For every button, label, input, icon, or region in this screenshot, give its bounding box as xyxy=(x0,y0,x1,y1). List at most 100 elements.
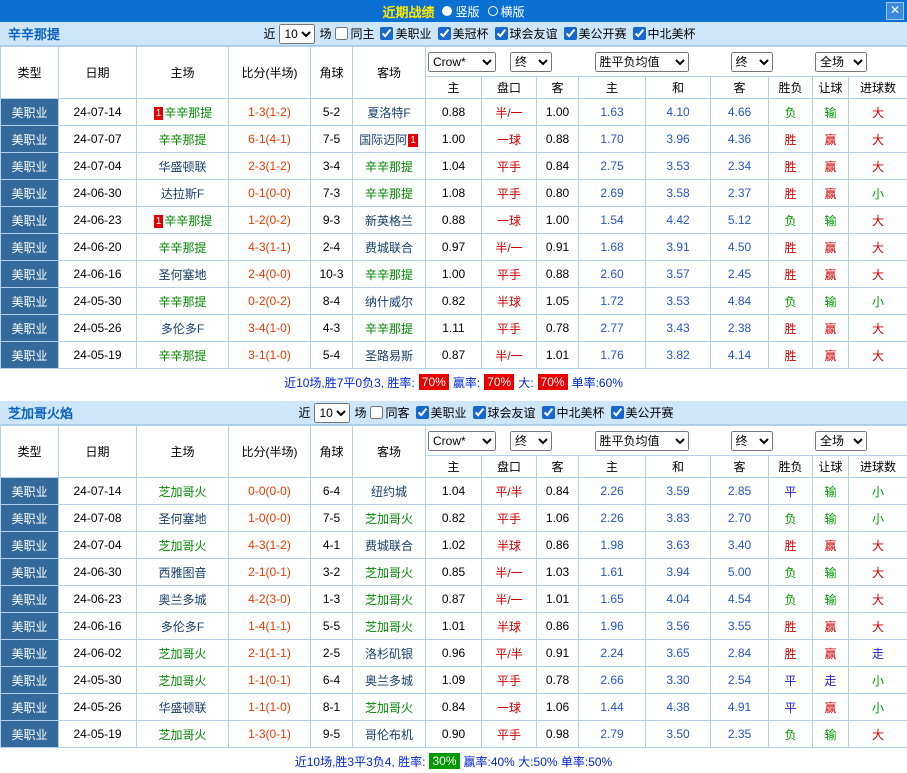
goals-result-cell: 大 xyxy=(849,153,907,180)
league-filter[interactable]: 球会友谊 xyxy=(473,404,536,421)
home-team-cell[interactable]: 多伦多F xyxy=(137,613,229,640)
league-filter-checkbox[interactable] xyxy=(370,406,383,419)
league-filter[interactable]: 中北美杯 xyxy=(542,404,605,421)
league-filter-checkbox[interactable] xyxy=(633,27,646,40)
away-team-cell[interactable]: 纽约城 xyxy=(353,478,426,505)
league-filter[interactable]: 美冠杯 xyxy=(438,25,489,42)
league-filter-checkbox[interactable] xyxy=(473,406,486,419)
league-filter-checkbox[interactable] xyxy=(335,27,348,40)
away-team-cell[interactable]: 芝加哥火 xyxy=(353,613,426,640)
team-name[interactable]: 芝加哥火焰 xyxy=(8,403,73,422)
home-team-cell[interactable]: 辛辛那提 xyxy=(137,126,229,153)
odds-type-select[interactable]: 胜平负均值 xyxy=(595,431,689,451)
away-team-name: 奥兰多城 xyxy=(365,674,413,688)
away-team-cell[interactable]: 新英格兰 xyxy=(353,207,426,234)
home-team-cell[interactable]: 华盛顿联 xyxy=(137,153,229,180)
league-filter-checkbox[interactable] xyxy=(380,27,393,40)
away-team-name: 芝加哥火 xyxy=(365,566,413,580)
away-team-cell[interactable]: 芝加哥火 xyxy=(353,694,426,721)
result-cell: 平 xyxy=(769,694,813,721)
league-filter-checkbox[interactable] xyxy=(438,27,451,40)
league-filter-checkbox[interactable] xyxy=(564,27,577,40)
away-team-cell[interactable]: 洛杉矶银 xyxy=(353,640,426,667)
league-filter[interactable]: 美职业 xyxy=(416,404,467,421)
league-filter[interactable]: 美公开赛 xyxy=(611,404,674,421)
page-title: 近期战绩 xyxy=(382,2,434,21)
league-filter-checkbox[interactable] xyxy=(542,406,555,419)
team-name[interactable]: 辛辛那提 xyxy=(8,24,60,43)
league-filter[interactable]: 同客 xyxy=(370,404,409,421)
home-team-cell[interactable]: 多伦多F xyxy=(137,315,229,342)
home-team-cell[interactable]: 芝加哥火 xyxy=(137,667,229,694)
bookmaker-select[interactable]: Crow* xyxy=(428,52,496,72)
home-team-cell[interactable]: 1辛辛那提 xyxy=(137,207,229,234)
home-team-cell[interactable]: 芝加哥火 xyxy=(137,478,229,505)
away-team-cell[interactable]: 夏洛特F xyxy=(353,99,426,126)
home-team-cell[interactable]: 1辛辛那提 xyxy=(137,99,229,126)
ah-line-cell: 一球 xyxy=(482,694,537,721)
eu-home-odds-cell: 1.63 xyxy=(579,99,646,126)
ah-period-select[interactable]: 终 xyxy=(510,431,552,451)
home-team-cell[interactable]: 华盛顿联 xyxy=(137,694,229,721)
away-team-cell[interactable]: 辛辛那提 xyxy=(353,315,426,342)
away-team-cell[interactable]: 费城联合 xyxy=(353,532,426,559)
layout-radio-horizontal[interactable]: 横版 xyxy=(488,3,525,20)
layout-radio-vertical[interactable]: 竖版 xyxy=(442,3,479,20)
away-team-name: 芝加哥火 xyxy=(365,512,413,526)
home-team-cell[interactable]: 芝加哥火 xyxy=(137,721,229,748)
league-filter[interactable]: 美职业 xyxy=(380,25,431,42)
away-team-cell[interactable]: 芝加哥火 xyxy=(353,559,426,586)
ah-line-cell: 半/一 xyxy=(482,559,537,586)
league-filter[interactable]: 美公开赛 xyxy=(564,25,627,42)
home-team-name: 华盛顿联 xyxy=(158,160,206,174)
away-team-cell[interactable]: 奥兰多城 xyxy=(353,667,426,694)
away-team-cell[interactable]: 辛辛那提 xyxy=(353,153,426,180)
match-row: 美职业24-06-20辛辛那提4-3(1-1)2-4费城联合0.97半/一0.9… xyxy=(1,234,907,261)
away-team-cell[interactable]: 辛辛那提 xyxy=(353,261,426,288)
league-filter[interactable]: 中北美杯 xyxy=(633,25,696,42)
home-team-cell[interactable]: 圣何塞地 xyxy=(137,261,229,288)
away-team-cell[interactable]: 哥伦布机 xyxy=(353,721,426,748)
home-team-cell[interactable]: 芝加哥火 xyxy=(137,640,229,667)
home-team-cell[interactable]: 芝加哥火 xyxy=(137,532,229,559)
home-team-cell[interactable]: 辛辛那提 xyxy=(137,234,229,261)
home-team-cell[interactable]: 圣何塞地 xyxy=(137,505,229,532)
handicap-result-cell: 赢 xyxy=(813,640,849,667)
eu-period-select[interactable]: 终 xyxy=(731,431,773,451)
eu-period-select[interactable]: 终 xyxy=(731,52,773,72)
match-row: 美职业24-07-04华盛顿联2-3(1-2)3-4辛辛那提1.04平手0.84… xyxy=(1,153,907,180)
corner-cell: 9-5 xyxy=(311,721,353,748)
match-row: 美职业24-06-23奥兰多城4-2(3-0)1-3芝加哥火0.87半/一1.0… xyxy=(1,586,907,613)
eu-draw-odds-cell: 3.83 xyxy=(646,505,711,532)
scope-select[interactable]: 全场 xyxy=(815,431,867,451)
league-filter-checkbox[interactable] xyxy=(495,27,508,40)
league-filter-checkbox[interactable] xyxy=(416,406,429,419)
home-team-cell[interactable]: 达拉斯F xyxy=(137,180,229,207)
away-team-cell[interactable]: 纳什威尔 xyxy=(353,288,426,315)
home-team-cell[interactable]: 西雅图音 xyxy=(137,559,229,586)
away-team-cell[interactable]: 圣路易斯 xyxy=(353,342,426,369)
close-icon[interactable]: ✕ xyxy=(886,2,904,20)
home-team-cell[interactable]: 奥兰多城 xyxy=(137,586,229,613)
ah-period-select[interactable]: 终 xyxy=(510,52,552,72)
summary-text: 单率:60% xyxy=(572,374,623,391)
home-team-cell[interactable]: 辛辛那提 xyxy=(137,288,229,315)
away-team-cell[interactable]: 国际迈阿1 xyxy=(353,126,426,153)
league-filter[interactable]: 同主 xyxy=(335,25,374,42)
away-team-cell[interactable]: 辛辛那提 xyxy=(353,180,426,207)
odds-type-select[interactable]: 胜平负均值 xyxy=(595,52,689,72)
away-team-cell[interactable]: 费城联合 xyxy=(353,234,426,261)
home-team-cell[interactable]: 辛辛那提 xyxy=(137,342,229,369)
match-count-select[interactable]: 10 xyxy=(279,24,315,44)
league-type-cell: 美职业 xyxy=(1,180,59,207)
bookmaker-select[interactable]: Crow* xyxy=(428,431,496,451)
away-team-cell[interactable]: 芝加哥火 xyxy=(353,505,426,532)
league-filter-checkbox[interactable] xyxy=(611,406,624,419)
away-team-cell[interactable]: 芝加哥火 xyxy=(353,586,426,613)
scope-select[interactable]: 全场 xyxy=(815,52,867,72)
odds-selects-cell: Crow* 终 胜平负均值 终 全场 xyxy=(426,426,907,456)
home-team-name: 芝加哥火 xyxy=(158,539,206,553)
match-count-select[interactable]: 10 xyxy=(314,403,350,423)
eu-away-odds-cell: 2.54 xyxy=(711,667,769,694)
league-filter[interactable]: 球会友谊 xyxy=(495,25,558,42)
